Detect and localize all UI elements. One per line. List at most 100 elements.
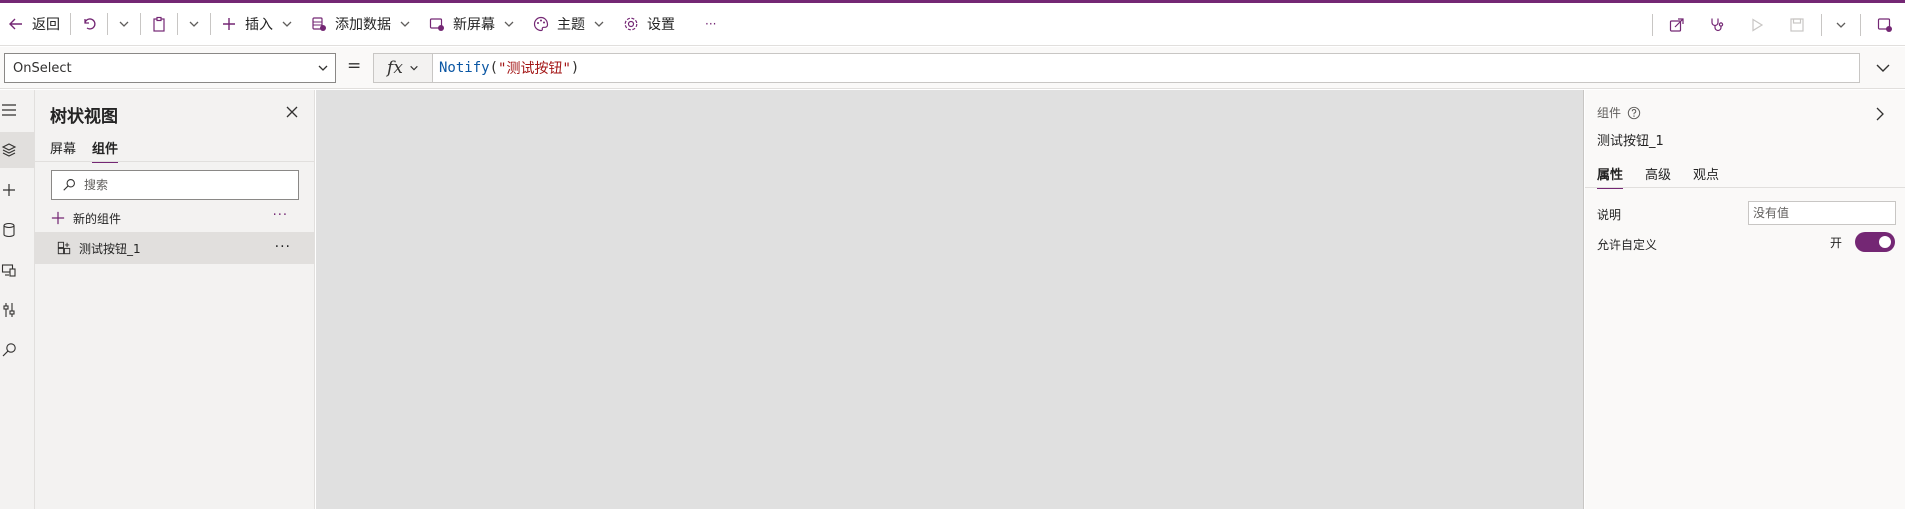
- publish-icon: [1877, 17, 1892, 32]
- new-screen-label: 新屏幕: [453, 17, 495, 33]
- share-button[interactable]: [1657, 3, 1697, 46]
- back-button[interactable]: 返回: [0, 3, 66, 45]
- tree-view-tabs: 屏幕 组件: [50, 138, 119, 163]
- theme-menu-button[interactable]: 主题: [527, 3, 611, 45]
- paste-dropdown-button[interactable]: [182, 3, 206, 45]
- chevron-down-icon: [119, 21, 129, 27]
- selected-component-name: 测试按钮_1: [1597, 134, 1664, 149]
- hamburger-menu-icon[interactable]: [0, 100, 18, 120]
- data-cylinder-icon[interactable]: [0, 220, 18, 240]
- plus-icon: [223, 18, 235, 30]
- toggle-knob: [1879, 236, 1891, 248]
- tree-view-panel: 树状视图 屏幕 组件 新的组件 ··· 测试按钮_1 ···: [35, 90, 315, 509]
- toolbar-right-actions: [1648, 3, 1905, 46]
- paste-button[interactable]: [145, 3, 173, 45]
- chevron-down-icon: [400, 21, 410, 27]
- toolbar-divider: [1860, 13, 1861, 36]
- new-screen-icon: [429, 18, 444, 31]
- formula-string-token: "测试按钮": [498, 61, 571, 77]
- formula-expand-button[interactable]: [1868, 53, 1898, 83]
- tree-search-box: [51, 170, 299, 200]
- toolbar-divider: [1652, 13, 1653, 36]
- redo-dropdown-button[interactable]: [112, 3, 136, 45]
- formula-paren-open: (: [489, 60, 499, 76]
- new-component-more-button[interactable]: ···: [273, 208, 288, 223]
- formula-paren-close: ): [570, 60, 580, 76]
- close-tree-view-button[interactable]: [284, 104, 300, 120]
- design-canvas[interactable]: [316, 90, 1584, 509]
- preview-play-button[interactable]: [1737, 3, 1777, 46]
- function-picker-button[interactable]: fx: [373, 53, 432, 83]
- palette-icon: [533, 16, 549, 32]
- play-icon: [1752, 17, 1764, 32]
- tab-components[interactable]: 组件: [92, 138, 119, 163]
- property-dropdown-value: OnSelect: [13, 60, 72, 76]
- properties-category-label: 组件: [1597, 106, 1622, 120]
- save-options-dropdown[interactable]: [1826, 3, 1856, 46]
- chevron-right-icon: [1876, 107, 1884, 121]
- toolbar-divider: [140, 13, 141, 35]
- component-icon: [57, 241, 71, 255]
- tree-item-more-button[interactable]: ···: [275, 239, 291, 255]
- help-circle-icon[interactable]: [1627, 106, 1641, 120]
- save-icon: [1790, 17, 1804, 32]
- toolbar-divider: [1821, 13, 1822, 36]
- tab-properties[interactable]: 属性: [1597, 164, 1624, 189]
- insert-menu-button[interactable]: 插入: [215, 3, 299, 45]
- tree-search-input[interactable]: [84, 178, 284, 192]
- arrow-left-icon: [9, 18, 22, 30]
- new-screen-menu-button[interactable]: 新屏幕: [423, 3, 521, 45]
- share-icon: [1669, 17, 1684, 32]
- tree-item-label: 测试按钮_1: [79, 241, 141, 256]
- new-component-label: 新的组件: [73, 211, 122, 226]
- insert-plus-icon[interactable]: [0, 180, 18, 200]
- chevron-down-icon: [282, 21, 292, 27]
- toolbar-divider: [177, 13, 178, 35]
- properties-expand-button[interactable]: [1873, 106, 1887, 126]
- stethoscope-icon: [1711, 18, 1724, 31]
- publish-button[interactable]: [1865, 3, 1905, 46]
- chevron-down-icon: [410, 65, 418, 71]
- toolbar-divider: [210, 13, 211, 35]
- formula-bar: OnSelect = fx Notify("测试按钮"): [0, 47, 1905, 89]
- equals-sign: =: [347, 56, 362, 76]
- toolbar-divider: [70, 13, 71, 35]
- properties-tabs-divider: [1585, 187, 1905, 188]
- chevron-down-icon: [504, 21, 514, 27]
- search-icon[interactable]: [0, 340, 18, 360]
- property-dropdown[interactable]: OnSelect: [4, 53, 336, 83]
- database-add-icon: [312, 17, 326, 31]
- add-data-menu-button[interactable]: 添加数据: [305, 3, 417, 45]
- chevron-down-icon: [318, 65, 328, 71]
- undo-icon: [84, 18, 96, 30]
- back-label: 返回: [32, 17, 60, 33]
- advanced-tools-icon[interactable]: [0, 300, 18, 320]
- properties-tabs: 属性 高级 观点: [1597, 164, 1719, 189]
- clipboard-icon: [153, 16, 165, 32]
- toolbar-divider: [107, 13, 108, 35]
- tab-ideas[interactable]: 观点: [1693, 164, 1719, 189]
- chevron-down-icon: [594, 21, 604, 27]
- description-label: 说明: [1597, 208, 1622, 222]
- tab-advanced[interactable]: 高级: [1645, 164, 1671, 189]
- tree-view-title: 树状视图: [50, 107, 118, 127]
- chevron-down-icon: [1876, 64, 1890, 72]
- properties-category: 组件: [1597, 104, 1641, 121]
- tree-item-component[interactable]: 测试按钮_1 ···: [35, 232, 315, 264]
- settings-button[interactable]: 设置: [617, 3, 681, 45]
- insert-label: 插入: [245, 17, 273, 33]
- tab-screens[interactable]: 屏幕: [50, 138, 76, 163]
- tree-tabs-divider: [35, 161, 315, 162]
- save-button[interactable]: [1777, 3, 1817, 46]
- undo-button[interactable]: [75, 3, 103, 45]
- media-devices-icon[interactable]: [0, 260, 18, 280]
- allow-customization-toggle[interactable]: [1855, 232, 1895, 252]
- add-data-label: 添加数据: [335, 17, 391, 33]
- description-input[interactable]: [1748, 201, 1896, 225]
- more-commands-button[interactable]: ···: [699, 3, 722, 45]
- tree-view-layers-icon[interactable]: [0, 140, 18, 160]
- new-component-button[interactable]: 新的组件: [51, 206, 121, 230]
- formula-input[interactable]: Notify("测试按钮"): [432, 53, 1860, 83]
- formula-function-token: Notify: [439, 60, 490, 76]
- app-checker-button[interactable]: [1697, 3, 1737, 46]
